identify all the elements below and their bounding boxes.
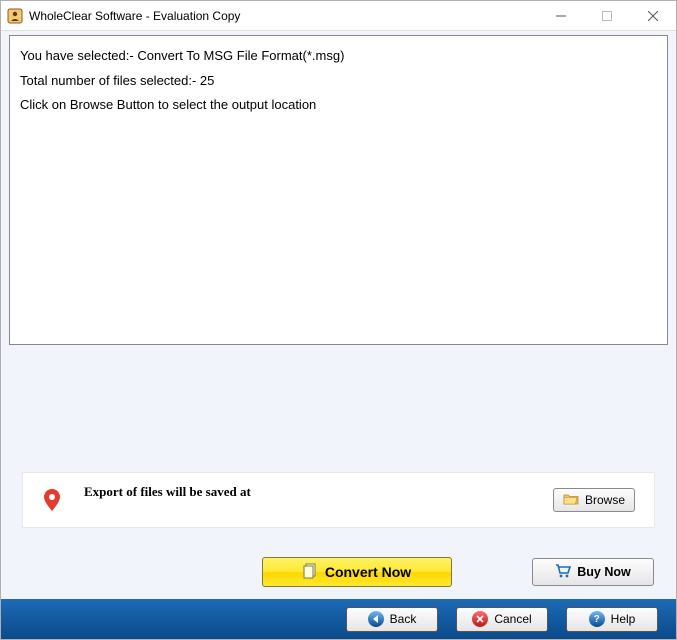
info-line-count: Total number of files selected:- 25: [20, 69, 657, 94]
folder-icon: [563, 493, 579, 508]
cancel-button[interactable]: Cancel: [456, 607, 548, 632]
minimize-button[interactable]: [538, 1, 584, 31]
export-row: Export of files will be saved at Browse: [23, 473, 654, 527]
help-question-icon: ?: [589, 611, 605, 627]
app-window: WholeClear Software - Evaluation Copy Yo…: [0, 0, 677, 640]
help-label: Help: [611, 612, 636, 626]
location-pin-icon: [42, 488, 62, 512]
info-panel: You have selected:- Convert To MSG File …: [9, 35, 668, 345]
back-arrow-icon: [368, 611, 384, 627]
spacer: [1, 353, 676, 467]
cancel-x-icon: [472, 611, 488, 627]
titlebar: WholeClear Software - Evaluation Copy: [1, 1, 676, 31]
cancel-label: Cancel: [494, 612, 531, 626]
close-button[interactable]: [630, 1, 676, 31]
export-label: Export of files will be saved at: [84, 474, 553, 500]
convert-now-button[interactable]: Convert Now: [262, 557, 452, 587]
cart-icon: [555, 564, 571, 581]
info-line-instruction: Click on Browse Button to select the out…: [20, 93, 657, 118]
action-row: Convert Now Buy Now: [1, 557, 676, 599]
app-icon: [7, 8, 23, 24]
help-button[interactable]: ? Help: [566, 607, 658, 632]
browse-button[interactable]: Browse: [553, 488, 635, 512]
buy-label: Buy Now: [577, 565, 630, 579]
footer-bar: Back Cancel ? Help: [1, 599, 676, 639]
convert-label: Convert Now: [325, 564, 411, 580]
convert-icon: [303, 563, 319, 582]
back-button[interactable]: Back: [346, 607, 438, 632]
maximize-button[interactable]: [584, 1, 630, 31]
back-label: Back: [390, 612, 417, 626]
info-line-selected: You have selected:- Convert To MSG File …: [20, 44, 657, 69]
buy-now-button[interactable]: Buy Now: [532, 558, 654, 586]
client-area: You have selected:- Convert To MSG File …: [1, 31, 676, 639]
browse-label: Browse: [585, 493, 625, 507]
window-title: WholeClear Software - Evaluation Copy: [29, 9, 538, 23]
